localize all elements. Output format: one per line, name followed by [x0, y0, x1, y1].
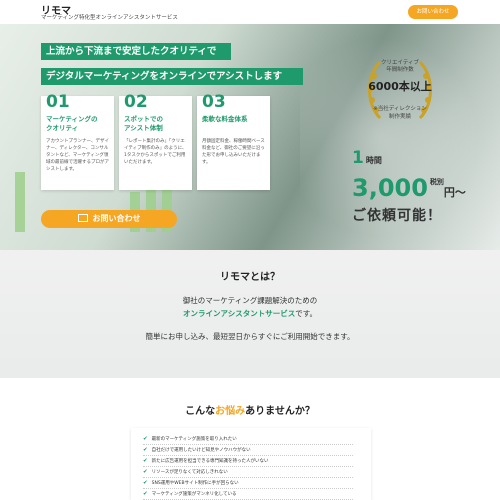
site-tagline: マーケティング特化型オンラインアシスタントサービス	[41, 15, 178, 21]
list-item: ✔ 新たに広告運用を担当できる専門知識を持った人がいない	[143, 456, 353, 467]
badge-note: 制作実績	[388, 114, 411, 120]
site-header: リモマ マーケティング特化型オンラインアシスタントサービス お問い合わせ	[0, 0, 500, 24]
hero-headline-2: デジタルマーケティングをオンラインでアシストします	[41, 68, 303, 85]
feature-card-02: 02 スポットでの アシスト体制 「レポート集計のみ」「クリエイティブ制作のみ」…	[119, 92, 192, 190]
about-text: オンラインアシスタントサービスです。	[183, 309, 317, 318]
list-item: ✔ 自社だけで運用したいけど知見やノウハウがない	[143, 445, 353, 456]
badge-line: 年間制作数	[386, 67, 414, 73]
mail-icon	[77, 213, 88, 222]
hero-contact-button[interactable]: お問い合わせ	[41, 210, 177, 228]
card-title: スポットでの アシスト体制	[124, 115, 163, 132]
check-icon: ✔	[143, 480, 148, 486]
price-tagline: ご依頼可能！	[352, 208, 442, 224]
card-number: 02	[124, 92, 148, 112]
card-text: アカウントプランナー、デザイナー、ディレクター、コンサルタントなど、マーケティン…	[46, 139, 109, 172]
price-unit: 1 時間	[352, 148, 382, 168]
feature-card-01: 01 マーケティングの クオリティ アカウントプランナー、デザイナー、ディレクタ…	[41, 92, 114, 190]
worries-list: ✔ 最新のマーケティング施策を取り入れたい ✔ 自社だけで運用したいけど知見やノウハ…	[131, 428, 371, 500]
worries-title: こんなお悩みありませんか？	[185, 406, 315, 417]
check-icon: ✔	[143, 458, 148, 464]
check-icon: ✔	[143, 491, 148, 497]
award-badge: クリエイティブ 年間制作数 6000本以上 ※当社ディレクション 制作実績	[362, 52, 438, 128]
check-icon: ✔	[143, 469, 148, 475]
list-item: ✔ 最新のマーケティング施策を取り入れたい	[143, 434, 353, 445]
deco-bar	[15, 172, 25, 232]
card-text: 月額固定料金、稼働時間ベース料金など、御社のご要望に沿った形でお申し込みいただけ…	[202, 139, 265, 165]
list-item: ✔ マーケティング施策がマンネリ化している	[143, 489, 353, 500]
card-title: マーケティングの クオリティ	[46, 115, 98, 132]
card-number: 01	[46, 92, 70, 112]
about-section: リモマとは？ 御社のマーケティング課題解決のための オンラインアシスタントサービ…	[0, 250, 500, 378]
feature-card-03: 03 柔軟な料金体系 月額固定料金、稼働時間ベース料金など、御社のご要望に沿った…	[197, 92, 270, 190]
badge-count: 6000本以上	[368, 80, 432, 93]
check-icon: ✔	[143, 436, 148, 442]
cta-label: お問い合わせ	[92, 214, 141, 223]
price-amount: 3,000 税別円〜	[352, 174, 466, 202]
check-icon: ✔	[143, 447, 148, 453]
hero-headline-1: 上流から下流まで安定したクオリティで	[41, 43, 231, 60]
card-number: 03	[202, 92, 226, 112]
card-text: 「レポート集計のみ」「クリエイティブ制作のみ」のように、1タスクからスポットでご…	[124, 139, 187, 165]
card-title: 柔軟な料金体系	[202, 115, 248, 123]
about-title: リモマとは？	[220, 272, 280, 283]
list-item: ✔ SNS運用やWEBサイト制作に手が回らない	[143, 478, 353, 489]
badge-note: ※当社ディレクション	[373, 106, 427, 112]
about-text: 御社のマーケティング課題解決のための	[182, 296, 318, 305]
header-contact-button[interactable]: お問い合わせ	[408, 5, 458, 19]
about-text: 簡単にお申し込み、最短翌日からすぐにご利用開始できます。	[145, 332, 355, 341]
list-item: ✔ リソースが足りなくて対応しきれない	[143, 467, 353, 478]
